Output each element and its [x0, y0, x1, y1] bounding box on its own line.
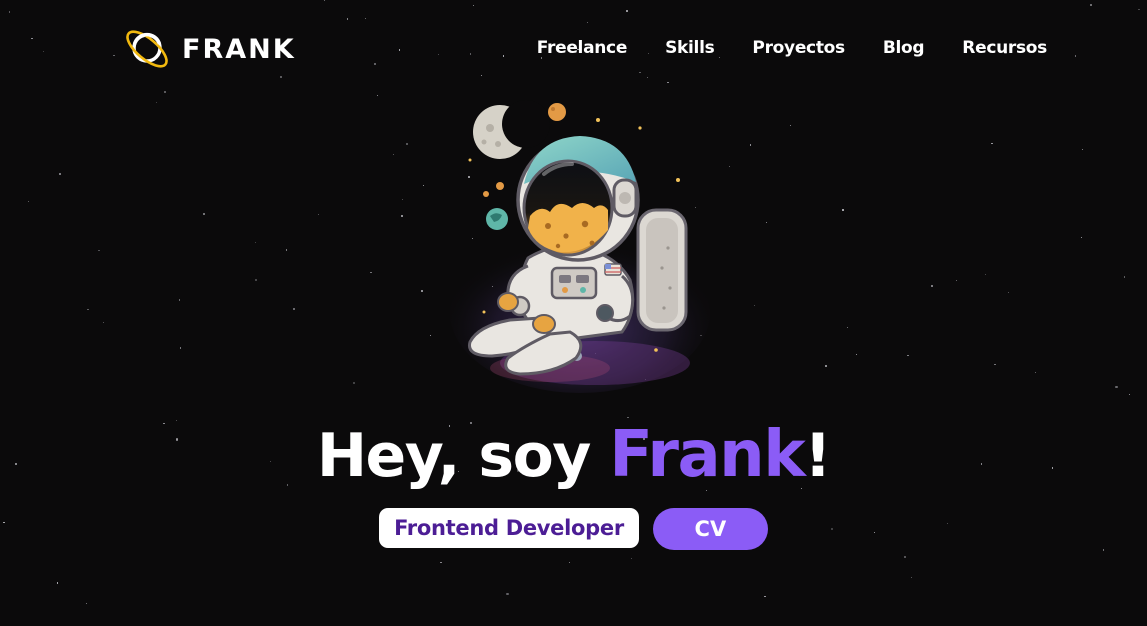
star-dot: [27, 200, 29, 202]
star-dot: [164, 91, 167, 94]
star-dot: [766, 221, 768, 223]
star-dot: [86, 603, 88, 605]
star-dot: [376, 95, 378, 97]
star-dot: [907, 355, 909, 357]
star-dot: [292, 307, 295, 311]
star-dot: [502, 55, 505, 57]
star-dot: [842, 209, 844, 211]
star-dot: [955, 279, 958, 281]
hero-greeting: Hey, soy: [316, 421, 610, 491]
star-dot: [422, 185, 424, 187]
star-dot: [254, 241, 256, 244]
star-dot: [749, 144, 751, 146]
hero-punctuation: !: [804, 421, 831, 491]
page: FRANK Freelance Skills Proyectos Blog Re…: [0, 0, 1147, 626]
star-dot: [667, 81, 669, 84]
nav-link-recursos[interactable]: Recursos: [962, 36, 1047, 60]
nav-link-proyectos[interactable]: Proyectos: [752, 36, 845, 60]
nav-link-freelance[interactable]: Freelance: [537, 36, 628, 60]
star-dot: [440, 561, 442, 563]
star-dot: [401, 215, 404, 218]
star-dot: [728, 166, 730, 168]
star-dot: [847, 326, 849, 329]
star-dot: [856, 353, 858, 355]
star-dot: [931, 285, 933, 287]
star-dot: [42, 50, 44, 52]
star-dot: [113, 54, 115, 56]
star-dot: [402, 199, 404, 201]
star-dot: [825, 364, 828, 367]
star-dot: [506, 592, 509, 595]
star-dot: [178, 299, 180, 301]
star-dot: [87, 309, 89, 311]
star-dot: [1115, 386, 1118, 389]
star-dot: [626, 10, 628, 12]
star-dot: [59, 173, 61, 175]
star-dot: [180, 347, 182, 349]
star-dot: [1075, 55, 1077, 57]
star-dot: [646, 76, 648, 79]
star-dot: [568, 562, 570, 564]
role-badge: Frontend Developer: [379, 508, 639, 548]
star-dot: [472, 5, 474, 7]
main-nav: Freelance Skills Proyectos Blog Recursos: [537, 36, 1048, 60]
star-dot: [346, 18, 348, 20]
star-dot: [438, 54, 440, 56]
star-dot: [323, 0, 325, 2]
hero-name: Frank: [609, 418, 806, 492]
star-dot: [1138, 8, 1140, 11]
cv-button[interactable]: CV: [652, 508, 768, 550]
nav-link-blog[interactable]: Blog: [883, 36, 925, 60]
star-dot: [318, 213, 320, 216]
planet-icon: [126, 30, 168, 68]
star-dot: [155, 102, 158, 104]
star-dot: [98, 250, 100, 252]
star-dot: [1090, 4, 1092, 6]
star-dot: [639, 71, 641, 73]
star-dot: [103, 322, 105, 324]
star-dot: [1081, 148, 1083, 151]
star-dot: [392, 153, 394, 155]
star-dot: [353, 381, 356, 384]
nav-link-skills[interactable]: Skills: [665, 36, 715, 60]
star-dot: [364, 18, 366, 20]
star-dot: [399, 49, 401, 51]
star-dot: [1080, 237, 1082, 239]
star-dot: [1034, 371, 1037, 373]
star-dot: [430, 334, 432, 336]
star-dot: [790, 124, 792, 127]
star-dot: [630, 558, 633, 560]
star-dot: [994, 364, 996, 366]
star-dot: [753, 304, 755, 306]
star-dot: [374, 63, 377, 66]
hero-badges: Frontend Developer CV: [0, 508, 1147, 550]
star-dot: [1007, 291, 1010, 294]
hero-heading: Hey, soy Frank!: [0, 416, 1147, 495]
star-dot: [420, 289, 423, 292]
star-dot: [57, 582, 59, 584]
star-dot: [285, 249, 287, 251]
star-dot: [31, 37, 33, 39]
star-dot: [203, 213, 205, 215]
logo-link[interactable]: FRANK: [122, 24, 296, 74]
star-dot: [586, 21, 588, 24]
astronaut-illustration: [450, 100, 710, 393]
star-dot: [370, 271, 372, 273]
brand-name: FRANK: [182, 33, 296, 65]
star-dot: [764, 595, 766, 597]
star-dot: [991, 142, 993, 144]
star-dot: [910, 576, 912, 579]
star-dot: [279, 75, 282, 78]
star-dot: [255, 279, 258, 282]
star-dot: [984, 273, 987, 275]
star-dot: [8, 11, 11, 13]
star-dot: [480, 74, 482, 76]
star-dot: [405, 142, 408, 145]
star-dot: [904, 555, 907, 558]
star-dot: [469, 53, 472, 55]
star-dot: [1128, 393, 1130, 396]
star-dot: [1123, 276, 1125, 278]
